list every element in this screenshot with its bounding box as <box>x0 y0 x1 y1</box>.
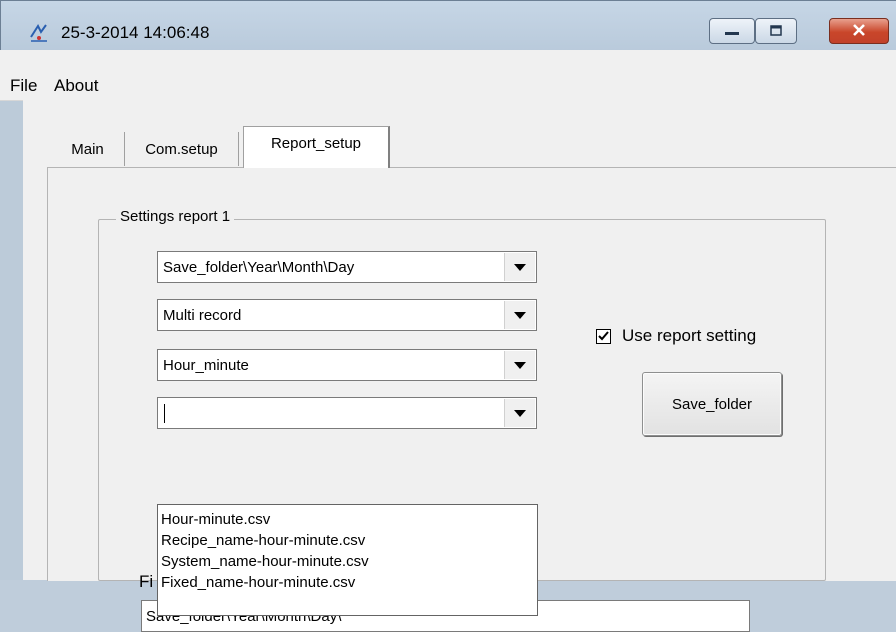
report-setup-page: Settings report 1 Save_folder\Year\Month… <box>47 167 896 632</box>
combo-value: Save_folder\Year\Month\Day <box>163 259 355 276</box>
combo-dropdown-button[interactable] <box>504 351 535 379</box>
checkmark-icon <box>598 329 609 343</box>
chevron-down-icon <box>514 263 526 271</box>
client-area: Main Com.setup Settings report 1 Save_fo… <box>23 100 896 632</box>
time-format-combo[interactable]: Hour_minute <box>157 349 537 381</box>
menu-bar: File About <box>0 50 896 101</box>
minimize-button[interactable] <box>709 18 755 44</box>
app-window: 25-3-2014 14:06:48 File About Main Com.s… <box>0 0 896 632</box>
app-icon <box>29 23 49 43</box>
file-label: Fi <box>139 572 154 591</box>
record-mode-combo[interactable]: Multi record <box>157 299 537 331</box>
combo-dropdown-button[interactable] <box>504 301 535 329</box>
combo-dropdown-button[interactable] <box>504 399 535 427</box>
tab-main[interactable]: Main <box>51 132 125 166</box>
menu-file[interactable]: File <box>10 76 37 96</box>
window-title: 25-3-2014 14:06:48 <box>61 23 210 42</box>
dropdown-option[interactable]: System_name-hour-minute.csv <box>161 553 369 570</box>
checkbox-label: Use report setting <box>622 326 757 345</box>
file-name-dropdown-list[interactable]: Hour-minute.csv Recipe_name-hour-minute.… <box>157 504 538 616</box>
close-icon <box>852 21 866 41</box>
minimize-icon <box>725 21 739 41</box>
combo-value: Hour_minute <box>163 357 249 374</box>
tab-report-setup[interactable]: Report_setup <box>243 126 390 168</box>
chevron-down-icon <box>514 409 526 417</box>
use-report-setting-checkbox[interactable]: Use report setting <box>596 326 756 346</box>
tab-com-setup[interactable]: Com.setup <box>125 132 239 166</box>
folder-structure-combo[interactable]: Save_folder\Year\Month\Day <box>157 251 537 283</box>
file-name-combo[interactable] <box>157 397 537 429</box>
maximize-icon <box>770 21 782 41</box>
title-bar[interactable]: 25-3-2014 14:06:48 <box>0 0 896 51</box>
chevron-down-icon <box>514 311 526 319</box>
dropdown-option[interactable]: Hour-minute.csv <box>161 511 270 528</box>
combo-dropdown-button[interactable] <box>504 253 535 281</box>
dropdown-option[interactable]: Fixed_name-hour-minute.csv <box>161 574 355 591</box>
menu-about[interactable]: About <box>54 76 98 96</box>
close-button[interactable] <box>829 18 889 44</box>
text-caret <box>164 404 165 423</box>
group-label: Settings report 1 <box>116 208 235 225</box>
chevron-down-icon <box>514 361 526 369</box>
combo-value: Multi record <box>163 307 242 324</box>
settings-report-group: Settings report 1 Save_folder\Year\Month… <box>98 208 826 632</box>
maximize-button[interactable] <box>755 18 797 44</box>
save-folder-button[interactable]: Save_folder <box>642 372 782 436</box>
dropdown-option[interactable]: Recipe_name-hour-minute.csv <box>161 532 365 549</box>
checkbox-box[interactable] <box>596 328 611 344</box>
